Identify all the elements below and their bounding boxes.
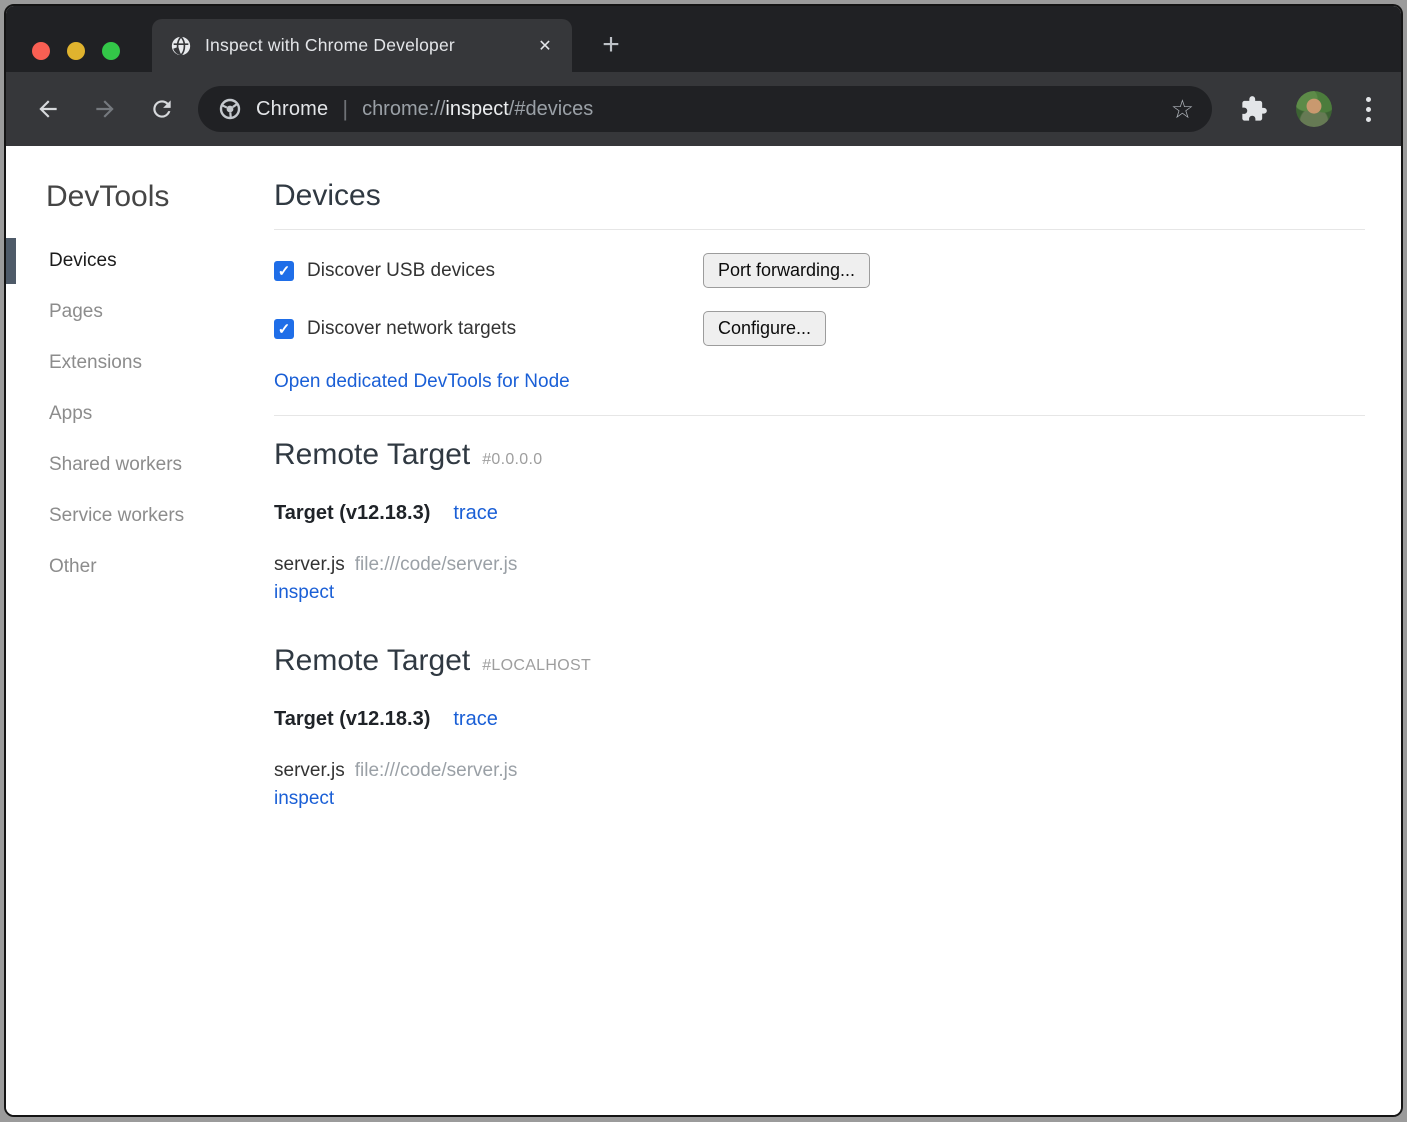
back-arrow-icon [35,96,61,122]
globe-favicon-icon [170,35,192,57]
discover-usb-label: Discover USB devices [307,260,495,282]
remote-target-heading: Remote Target [274,644,470,678]
window-controls [32,42,120,60]
reload-button[interactable] [142,89,182,129]
discover-network-label: Discover network targets [307,318,516,340]
sidebar-item-apps[interactable]: Apps [6,388,234,439]
trace-link[interactable]: trace [453,708,497,731]
bookmark-star-icon[interactable]: ☆ [1171,96,1194,122]
forward-arrow-icon [92,96,118,122]
sidebar-title: DevTools [6,180,234,214]
divider [274,229,1365,230]
configure-button[interactable]: Configure... [703,311,826,346]
sidebar-item-devices[interactable]: Devices [6,235,234,286]
sidebar: DevTools Devices Pages Extensions Apps S… [6,146,234,1115]
zoom-window-button[interactable] [102,42,120,60]
sidebar-item-service-workers[interactable]: Service workers [6,490,234,541]
reload-icon [149,96,175,122]
discover-network-checkbox[interactable]: ✓ [274,319,294,339]
remote-target-heading: Remote Target [274,438,470,472]
remote-target-tag: #0.0.0.0 [482,451,542,469]
browser-menu-button[interactable] [1362,93,1375,126]
target-file-url: file:///code/server.js [355,554,518,575]
url-text: chrome://inspect/#devices [362,98,593,121]
profile-avatar[interactable] [1296,91,1332,127]
url-host: inspect [445,98,508,120]
browser-window: Inspect with Chrome Developer ✕ + [4,4,1403,1117]
new-tab-button[interactable]: + [592,26,630,64]
open-node-devtools-link[interactable]: Open dedicated DevTools for Node [274,371,570,393]
target-file-url: file:///code/server.js [355,760,518,781]
address-separator: | [342,96,348,122]
trace-link[interactable]: trace [453,502,497,525]
sidebar-item-pages[interactable]: Pages [6,286,234,337]
menu-dot [1366,97,1371,102]
main-content: Devices ✓ Discover USB devices Port forw… [234,146,1401,1115]
target-name: Target (v12.18.3) [274,502,430,525]
sidebar-item-extensions[interactable]: Extensions [6,337,234,388]
tab-strip: Inspect with Chrome Developer ✕ + [6,6,1401,72]
url-path: /#devices [509,98,594,120]
remote-target-tag: #LOCALHOST [482,657,591,675]
target-file-row: server.js file:///code/server.js [274,551,1365,579]
remote-target-section-localhost: Remote Target #LOCALHOST Target (v12.18.… [274,644,1365,813]
browser-tab[interactable]: Inspect with Chrome Developer ✕ [152,19,572,72]
target-file-name: server.js [274,554,345,575]
close-window-button[interactable] [32,42,50,60]
sidebar-item-shared-workers[interactable]: Shared workers [6,439,234,490]
tab-title: Inspect with Chrome Developer [205,35,526,56]
inspect-link[interactable]: inspect [274,579,334,607]
forward-button[interactable] [85,89,125,129]
back-button[interactable] [28,89,68,129]
divider [274,415,1365,416]
discover-usb-row: ✓ Discover USB devices Port forwarding..… [274,253,1365,288]
menu-dot [1366,107,1371,112]
port-forwarding-button[interactable]: Port forwarding... [703,253,870,288]
address-app-label: Chrome [256,98,328,121]
url-scheme: chrome:// [362,98,445,120]
inspect-link[interactable]: inspect [274,785,334,813]
target-file-row: server.js file:///code/server.js [274,757,1365,785]
remote-target-section-0000: Remote Target #0.0.0.0 Target (v12.18.3)… [274,438,1365,607]
menu-dot [1366,117,1371,122]
target-name: Target (v12.18.3) [274,708,430,731]
tab-close-icon[interactable]: ✕ [532,33,558,59]
extensions-puzzle-icon[interactable] [1240,95,1268,123]
inspect-page: DevTools Devices Pages Extensions Apps S… [6,146,1401,1115]
chrome-logo-icon [218,97,242,121]
page-title: Devices [274,179,1365,213]
discover-usb-checkbox[interactable]: ✓ [274,261,294,281]
target-file-name: server.js [274,760,345,781]
discover-network-row: ✓ Discover network targets Configure... [274,311,1365,346]
sidebar-item-other[interactable]: Other [6,541,234,592]
browser-toolbar: Chrome | chrome://inspect/#devices ☆ [6,72,1401,146]
minimize-window-button[interactable] [67,42,85,60]
address-bar[interactable]: Chrome | chrome://inspect/#devices ☆ [198,86,1212,132]
